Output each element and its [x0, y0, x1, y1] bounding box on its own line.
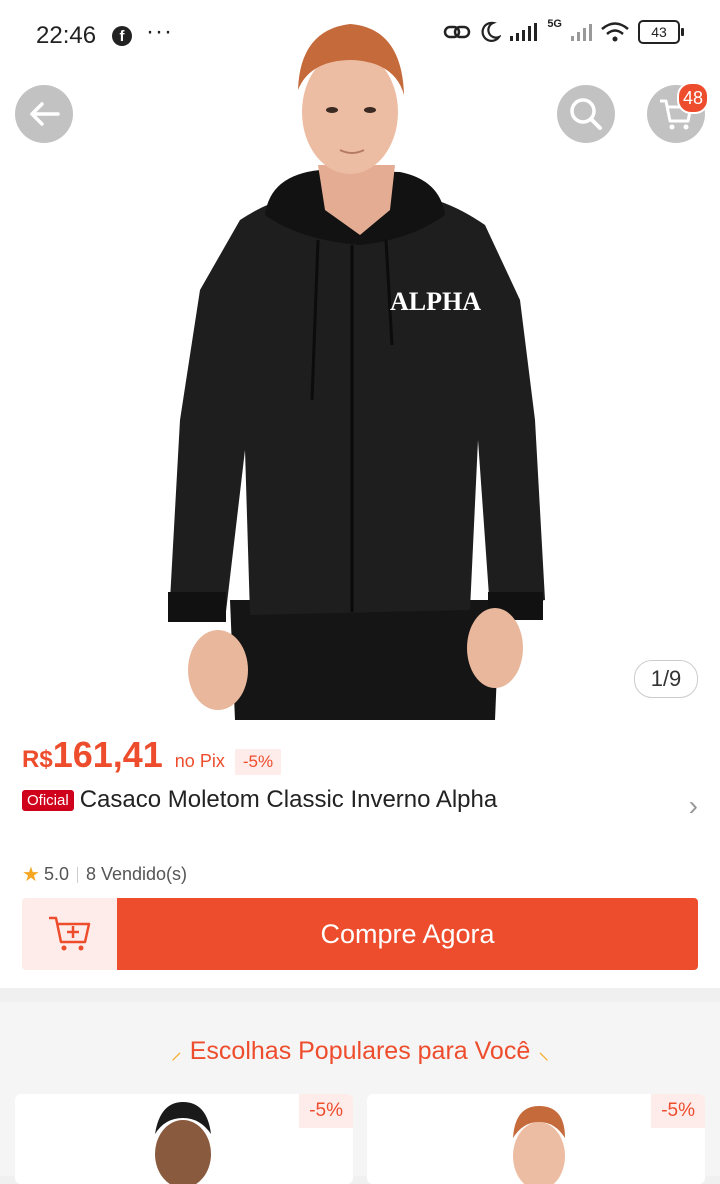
more-notifications-icon: ··· [146, 18, 173, 45]
divider [76, 866, 78, 883]
status-icons: 5G 43 [443, 18, 684, 44]
link-icon [444, 25, 471, 39]
back-button[interactable] [15, 85, 73, 143]
cart-plus-icon [48, 916, 90, 951]
rating-value: 5.0 [43, 864, 69, 884]
popular-title-row: ⸝ Escolhas Populares para Você ⸜ [0, 1036, 720, 1066]
price-currency: R$ [22, 746, 53, 773]
status-bar: 22:46 f ··· 5G 43 [0, 0, 720, 72]
product-card[interactable]: -5% [367, 1094, 705, 1184]
arrow-left-icon [30, 102, 60, 126]
product-image-gallery[interactable]: ALPHA 48 1/9 [0, 0, 720, 720]
signal-icon [510, 23, 538, 41]
chevron-right-icon[interactable]: › [689, 790, 698, 822]
search-icon [570, 98, 602, 130]
popular-picks-section: ⸝ Escolhas Populares para Você ⸜ -5% -5% [0, 1002, 720, 1184]
wifi-icon [601, 22, 629, 42]
battery-icon: 43 [638, 20, 684, 44]
product-title: Casaco Moletom Classic Inverno Alpha [79, 786, 498, 813]
popular-title: Escolhas Populares para Você [189, 1037, 531, 1065]
cart-button[interactable]: 48 [647, 82, 709, 143]
svg-text:ALPHA: ALPHA [390, 287, 481, 316]
card-discount-badge: -5% [651, 1094, 705, 1128]
discount-badge: -5% [234, 749, 282, 775]
add-to-cart-button[interactable] [22, 898, 117, 970]
rating-row: ★ 5.0 8 Vendido(s) [22, 862, 187, 887]
card-discount-badge: -5% [299, 1094, 353, 1128]
product-card[interactable]: -5% [15, 1094, 353, 1184]
price-row: R$ 161,41 no Pix -5% [22, 734, 282, 776]
cart-count-badge: 48 [677, 82, 709, 114]
moon-icon [481, 21, 502, 42]
official-tag: Oficial [22, 789, 74, 811]
price-amount: 161,41 [52, 734, 163, 775]
status-time: 22:46 [36, 22, 97, 49]
product-title-row[interactable]: Oficial Casaco Moletom Classic Inverno A… [22, 786, 497, 814]
signal-weak-icon [571, 24, 592, 41]
decor-left-icon: ⸝ [170, 1039, 182, 1064]
decor-right-icon: ⸜ [538, 1039, 550, 1064]
network-type: 5G [547, 18, 562, 30]
facebook-icon: f [112, 26, 132, 46]
search-button[interactable] [557, 85, 615, 143]
purchase-actions: Compre Agora [22, 898, 698, 970]
payment-note: no Pix [174, 751, 225, 771]
image-counter: 1/9 [634, 660, 698, 698]
sold-count: 8 Vendido(s) [85, 864, 188, 884]
product-info-panel: R$ 161,41 no Pix -5% Oficial Casaco Mole… [0, 720, 720, 988]
buy-now-button[interactable]: Compre Agora [117, 898, 698, 970]
star-icon: ★ [22, 864, 40, 886]
